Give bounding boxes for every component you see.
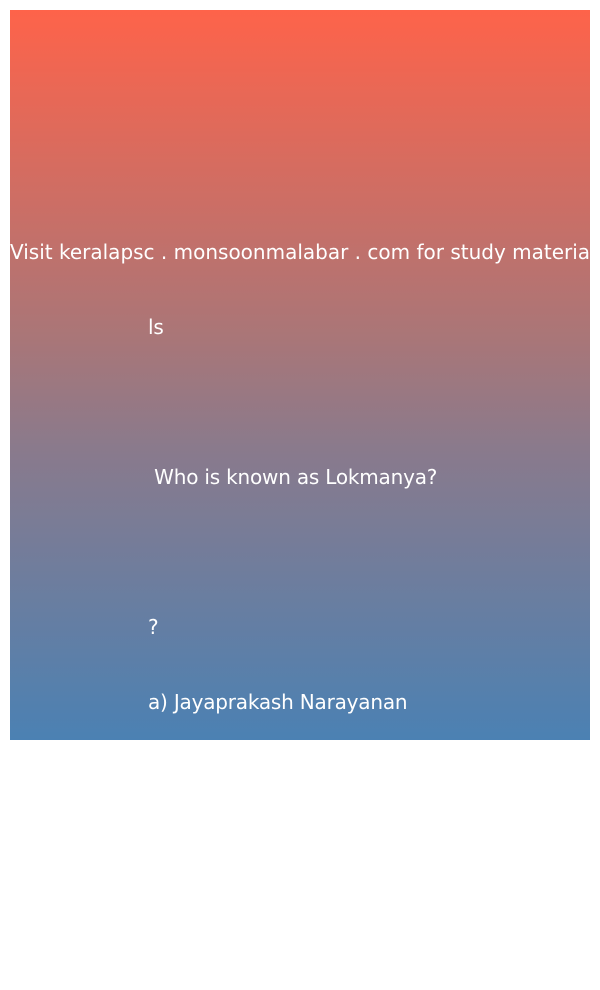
option-d: d) T. Prakasham [148, 915, 305, 939]
option-b: b) Madan mohan Malaviya [148, 765, 409, 789]
quiz-block: ls Who is known as Lokmanya? ? a) Jayapr… [148, 265, 437, 990]
promo-line-1: Visit keralapsc . monsoonmalabar . com f… [10, 240, 591, 264]
quiz-card: Visit keralapsc . monsoonmalabar . com f… [10, 10, 591, 939]
promo-line-2: ls [148, 315, 164, 339]
question-mark: ? [148, 615, 159, 639]
question-text: Who is known as Lokmanya? [148, 465, 438, 489]
option-c: c) Bala ganghadar Tilak [148, 840, 381, 864]
option-a: a) Jayaprakash Narayanan [148, 690, 408, 714]
